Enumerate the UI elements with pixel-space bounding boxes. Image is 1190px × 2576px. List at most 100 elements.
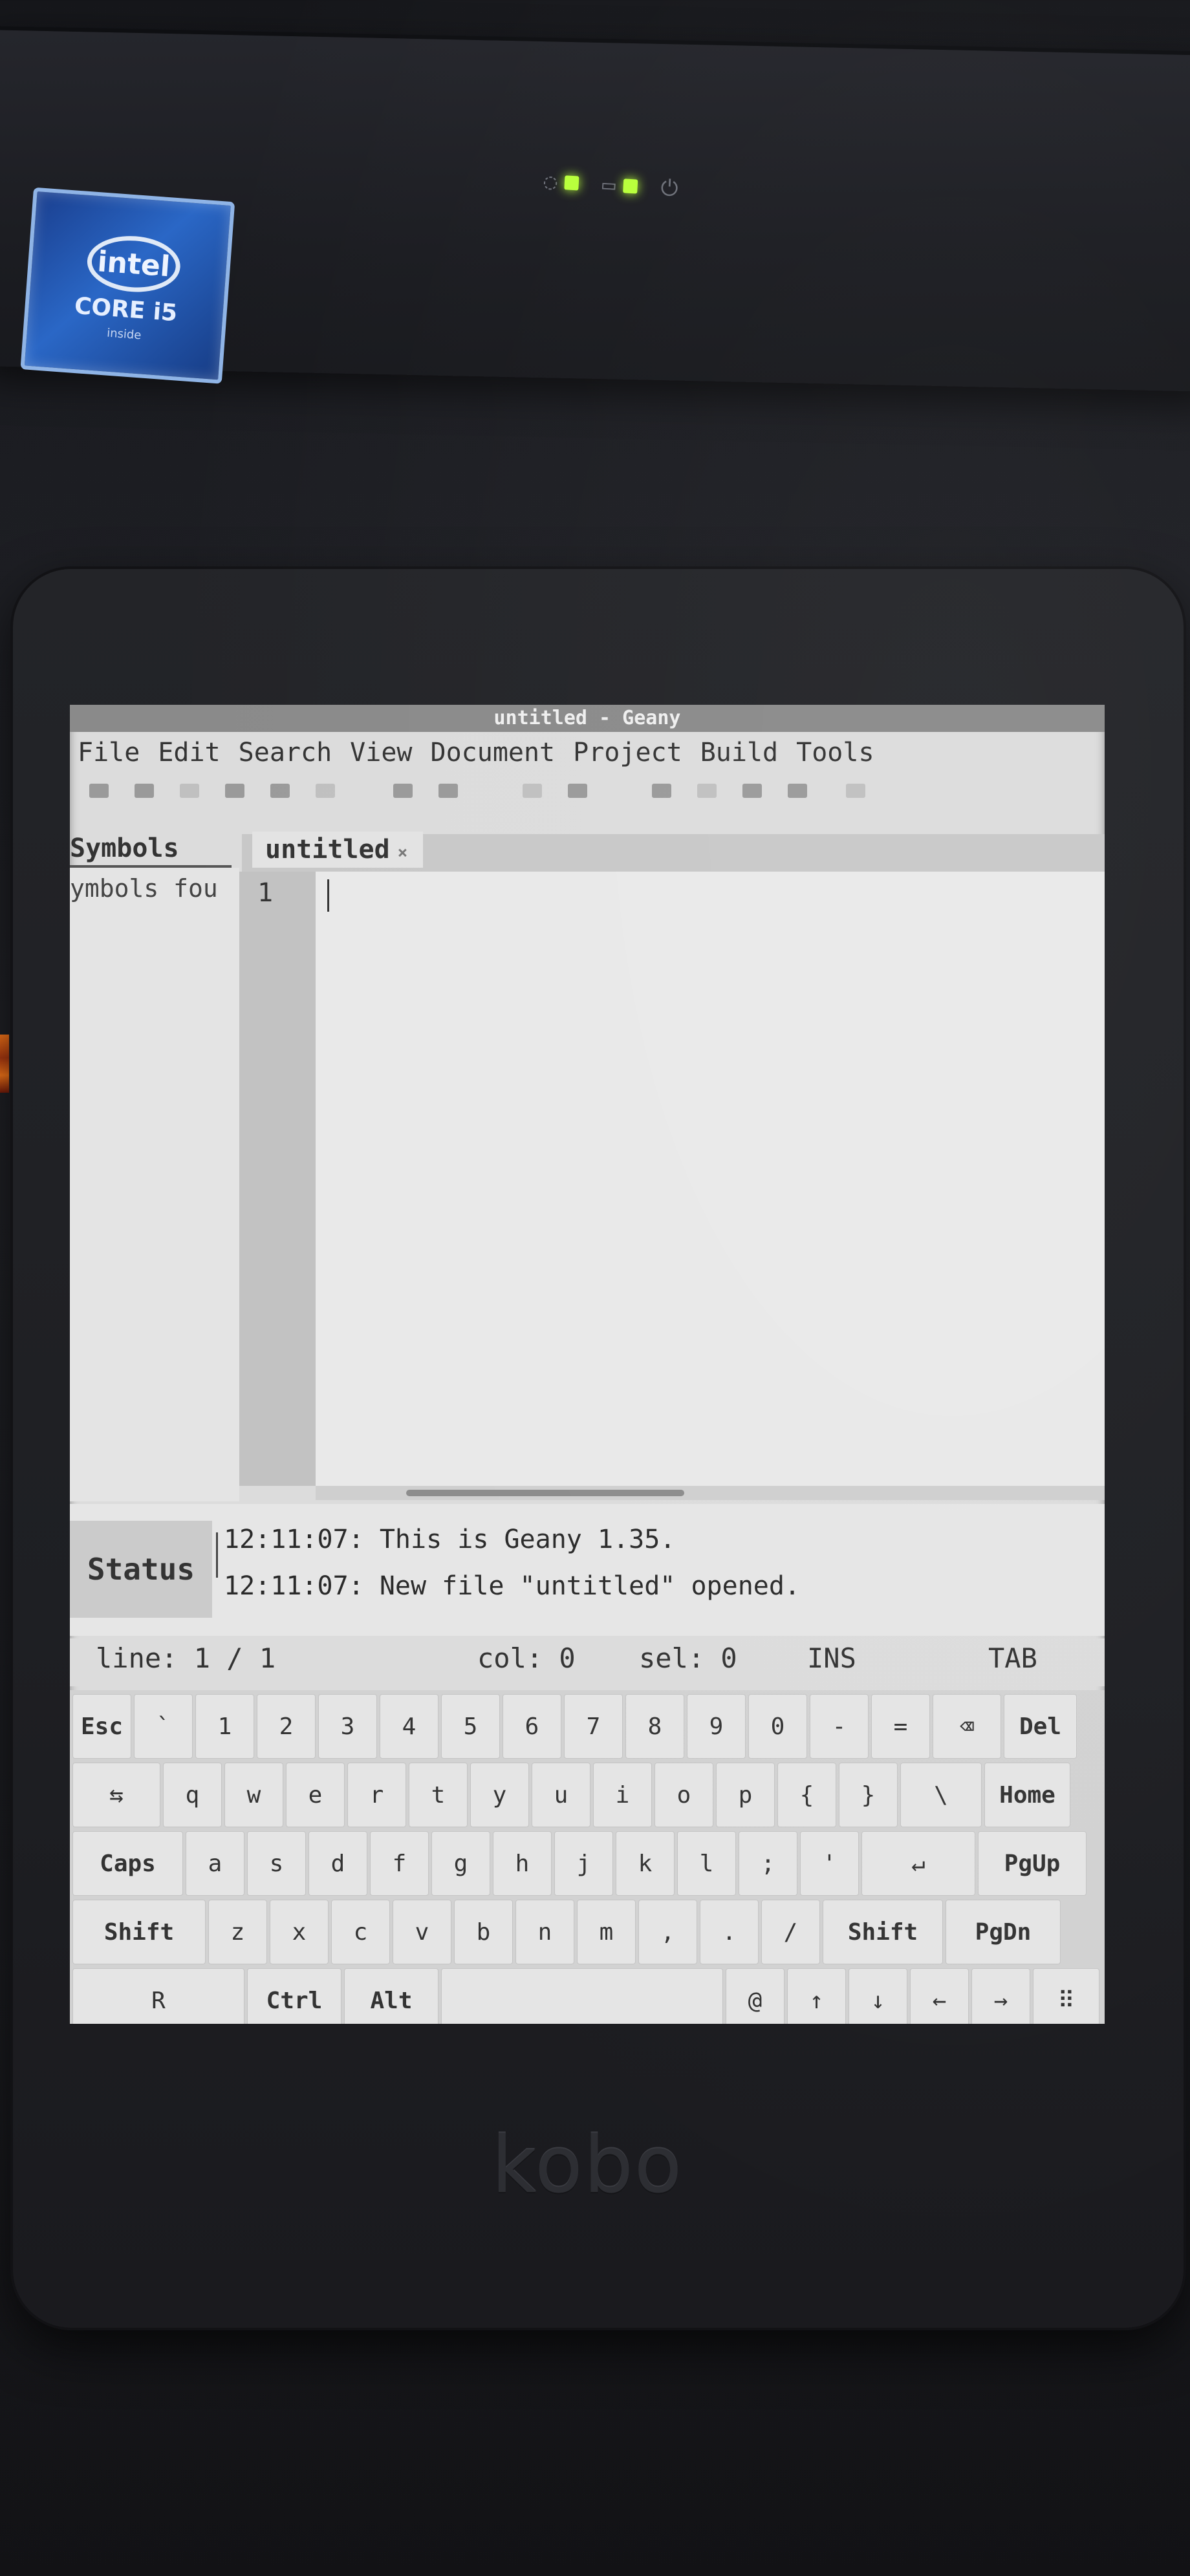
key-k[interactable]: k <box>616 1831 675 1896</box>
keyboard-menu-icon[interactable]: ⠿ <box>1033 1968 1099 2024</box>
menu-tools[interactable]: Tools <box>796 735 874 771</box>
key-e[interactable]: e <box>286 1763 345 1827</box>
brace-left-key[interactable]: { <box>777 1763 836 1827</box>
tab-symbols[interactable]: Symbols <box>70 832 232 868</box>
enter-key[interactable]: ↵ <box>861 1831 975 1896</box>
color-icon[interactable] <box>697 784 717 798</box>
key-z[interactable]: z <box>208 1900 267 1964</box>
zoom-in-icon[interactable] <box>742 784 762 798</box>
key-j[interactable]: j <box>554 1831 613 1896</box>
intel-logo-text: intel <box>96 244 171 283</box>
back-icon[interactable] <box>393 784 413 798</box>
tab-key[interactable]: ⇆ <box>72 1763 160 1827</box>
key-6[interactable]: 6 <box>503 1694 561 1759</box>
key-4[interactable]: 4 <box>380 1694 438 1759</box>
tab-untitled[interactable]: untitled × <box>252 832 424 868</box>
menu-view[interactable]: View <box>350 735 412 771</box>
key-n[interactable]: n <box>515 1900 574 1964</box>
scrollbar-thumb[interactable] <box>406 1490 684 1496</box>
key-h[interactable]: h <box>493 1831 552 1896</box>
key-2[interactable]: 2 <box>257 1694 316 1759</box>
backspace-key[interactable]: ⌫ <box>933 1694 1001 1759</box>
key-c[interactable]: c <box>331 1900 390 1964</box>
esc-key[interactable]: Esc <box>72 1694 131 1759</box>
build-icon[interactable] <box>568 784 587 798</box>
key-8[interactable]: 8 <box>625 1694 684 1759</box>
delete-key[interactable]: Del <box>1004 1694 1077 1759</box>
key-7[interactable]: 7 <box>564 1694 623 1759</box>
arrow-right-key[interactable]: → <box>971 1968 1030 2024</box>
revert-icon[interactable] <box>270 784 290 798</box>
menu-edit[interactable]: Edit <box>158 735 220 771</box>
save-icon[interactable] <box>180 784 199 798</box>
key-q[interactable]: q <box>163 1763 222 1827</box>
caps-lock-key[interactable]: Caps <box>72 1831 183 1896</box>
page-down-key[interactable]: PgDn <box>946 1900 1061 1964</box>
key-0[interactable]: 0 <box>748 1694 807 1759</box>
key-3[interactable]: 3 <box>318 1694 377 1759</box>
key-l[interactable]: l <box>677 1831 736 1896</box>
key-i[interactable]: i <box>593 1763 652 1827</box>
key-o[interactable]: o <box>654 1763 713 1827</box>
editor-text-area[interactable] <box>316 872 1105 1486</box>
menu-build[interactable]: Build <box>700 735 778 771</box>
key-m[interactable]: m <box>577 1900 636 1964</box>
ereader-screen[interactable]: untitled - Geany File Edit Search View Docum… <box>70 705 1105 2024</box>
key-r[interactable]: r <box>347 1763 406 1827</box>
comma-key[interactable]: , <box>638 1900 697 1964</box>
backslash-key[interactable]: \ <box>900 1763 982 1827</box>
key-d[interactable]: d <box>308 1831 367 1896</box>
run-icon[interactable] <box>652 784 671 798</box>
new-icon[interactable] <box>89 784 109 798</box>
menu-search[interactable]: Search <box>239 735 332 771</box>
arrow-left-key[interactable]: ← <box>910 1968 969 2024</box>
key-9[interactable]: 9 <box>687 1694 746 1759</box>
minus-key[interactable]: - <box>810 1694 869 1759</box>
arrow-up-key[interactable]: ↑ <box>787 1968 846 2024</box>
key-s[interactable]: s <box>247 1831 306 1896</box>
semicolon-key[interactable]: ; <box>739 1831 797 1896</box>
key-5[interactable]: 5 <box>441 1694 500 1759</box>
save-all-icon[interactable] <box>225 784 244 798</box>
r-key[interactable]: R <box>72 1968 244 2024</box>
key-v[interactable]: v <box>393 1900 451 1964</box>
open-icon[interactable] <box>135 784 154 798</box>
compile-icon[interactable] <box>523 784 542 798</box>
key-t[interactable]: t <box>409 1763 468 1827</box>
key-w[interactable]: w <box>224 1763 283 1827</box>
slash-key[interactable]: / <box>761 1900 820 1964</box>
key-x[interactable]: x <box>270 1900 329 1964</box>
key-p[interactable]: p <box>716 1763 775 1827</box>
menu-project[interactable]: Project <box>573 735 682 771</box>
arrow-down-key[interactable]: ↓ <box>849 1968 907 2024</box>
horizontal-scrollbar[interactable] <box>316 1486 1105 1500</box>
key-f[interactable]: f <box>370 1831 429 1896</box>
key-u[interactable]: u <box>532 1763 590 1827</box>
home-key[interactable]: Home <box>984 1763 1070 1827</box>
alt-key[interactable]: Alt <box>344 1968 438 2024</box>
period-key[interactable]: . <box>700 1900 759 1964</box>
close-icon[interactable]: × <box>398 843 408 863</box>
shift-key[interactable]: Shift <box>72 1900 206 1964</box>
key-y[interactable]: y <box>470 1763 529 1827</box>
forward-icon[interactable] <box>438 784 458 798</box>
menu-file[interactable]: File <box>78 735 140 771</box>
ctrl-key[interactable]: Ctrl <box>247 1968 341 2024</box>
brace-right-key[interactable]: } <box>839 1763 898 1827</box>
key-b[interactable]: b <box>454 1900 513 1964</box>
goto-icon[interactable] <box>846 784 865 798</box>
shift-key[interactable]: Shift <box>823 1900 943 1964</box>
quote-key[interactable]: ' <box>800 1831 859 1896</box>
zoom-out-icon[interactable] <box>788 784 807 798</box>
page-up-key[interactable]: PgUp <box>978 1831 1087 1896</box>
equals-key[interactable]: = <box>871 1694 930 1759</box>
at-key[interactable]: @ <box>726 1968 784 2024</box>
key-g[interactable]: g <box>431 1831 490 1896</box>
tab-status[interactable]: Status <box>70 1521 212 1618</box>
key-1[interactable]: 1 <box>195 1694 254 1759</box>
menu-document[interactable]: Document <box>430 735 555 771</box>
space-key[interactable] <box>441 1968 723 2024</box>
backtick-key[interactable]: ` <box>134 1694 193 1759</box>
close-icon[interactable] <box>316 784 335 798</box>
key-a[interactable]: a <box>186 1831 244 1896</box>
